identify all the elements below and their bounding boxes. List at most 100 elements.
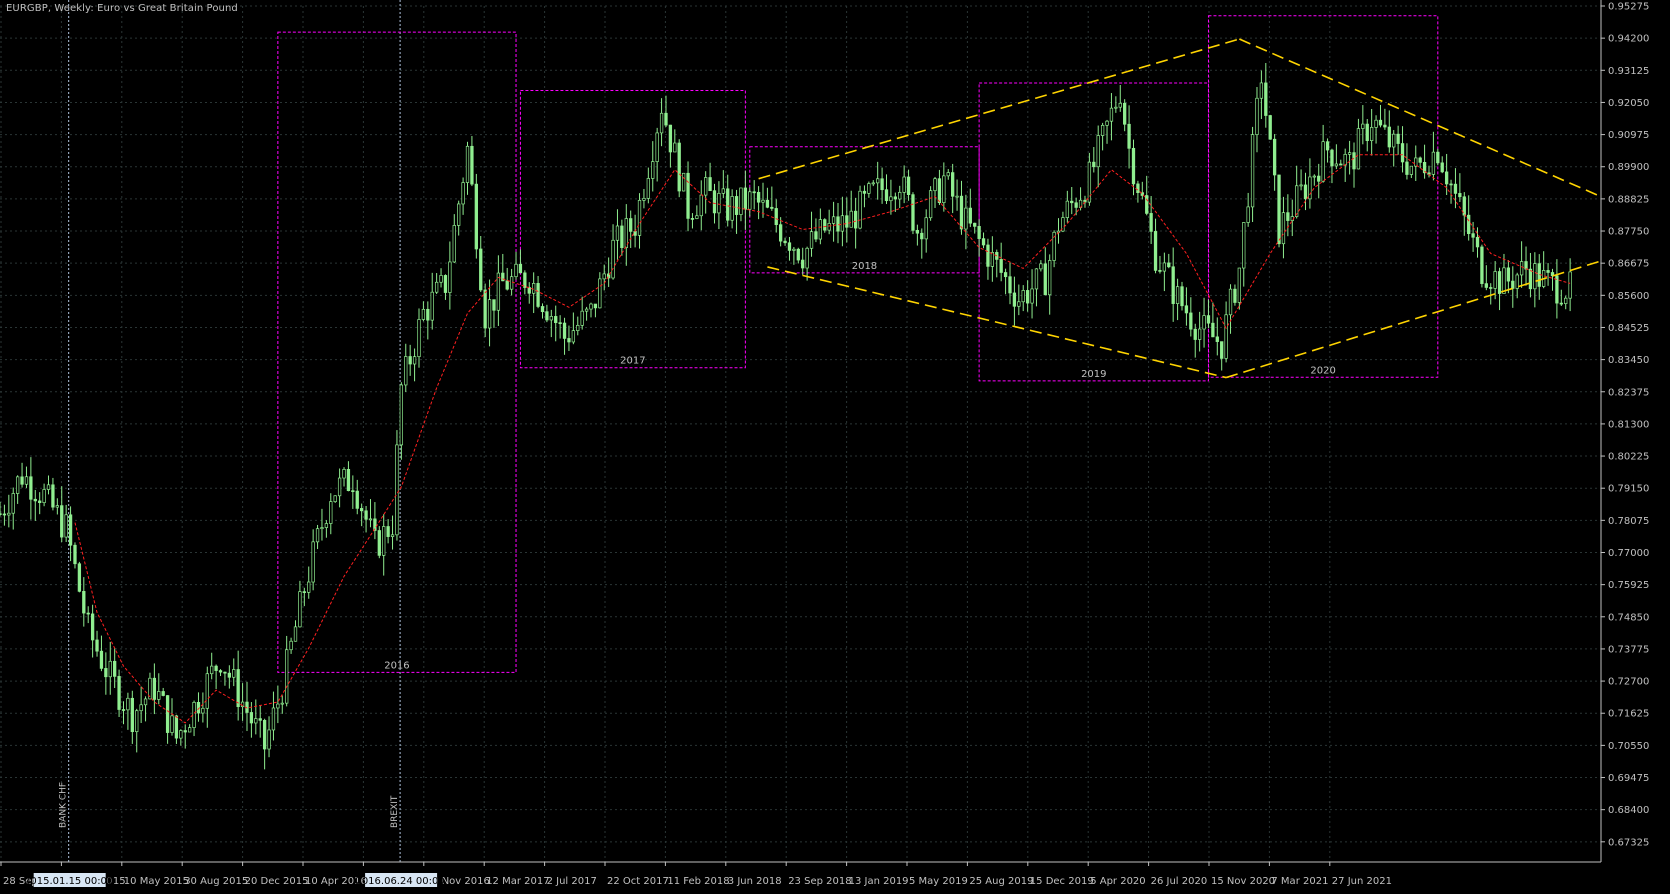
candle-body [143, 698, 148, 706]
candle-body [483, 289, 487, 329]
candle-body [906, 176, 911, 196]
candle-body [236, 669, 240, 708]
candle-body [412, 356, 417, 365]
candle-body [915, 229, 920, 234]
candle-body [1237, 267, 1241, 303]
candle-body [1264, 82, 1268, 116]
candle-body [1145, 195, 1149, 214]
candle-body [113, 660, 117, 677]
candle-body [602, 273, 606, 280]
candle-body [214, 665, 218, 671]
candle-body [823, 219, 827, 231]
candle-body [1528, 268, 1533, 290]
candle-body [1197, 328, 1202, 340]
candle-body [1502, 267, 1506, 294]
candle-body [928, 190, 933, 219]
candle-body [986, 244, 990, 267]
candle-body [346, 469, 351, 492]
candle-body [170, 715, 174, 733]
candle-body [509, 276, 514, 290]
chart-area[interactable]: EURGBP, Weekly: Euro vs Great Britain Po… [0, 0, 1670, 890]
candle-body [704, 177, 708, 196]
y-tick-label: 0.88825 [1608, 194, 1649, 205]
candle-body [24, 476, 29, 485]
candle-body [867, 183, 871, 194]
candle-body [959, 195, 964, 230]
candle-body [364, 510, 368, 520]
candle-body [1184, 305, 1189, 314]
candle-body [249, 712, 254, 724]
candle-body [430, 291, 434, 321]
year-box [749, 146, 980, 274]
candle-body [651, 161, 655, 179]
y-tick-label: 0.93125 [1608, 66, 1649, 77]
candle-body [1127, 123, 1131, 149]
candle-body [492, 299, 496, 311]
candle-body [298, 591, 302, 628]
candle-body [1387, 126, 1391, 148]
candle-body [1003, 272, 1008, 278]
candle-body [933, 178, 937, 192]
candle-body [1400, 143, 1405, 163]
candle-body [911, 194, 915, 231]
x-tick-label: 12 Mar 2017 [486, 876, 549, 887]
candle-body [973, 222, 977, 227]
candle-body [470, 145, 474, 185]
y-tick-label: 0.84525 [1608, 323, 1649, 334]
y-tick-label: 0.74850 [1608, 612, 1649, 623]
candle-body [135, 710, 139, 733]
candle-body [289, 640, 293, 651]
candle-body [1281, 212, 1286, 245]
candle-body [1255, 97, 1259, 135]
candle-body [1458, 193, 1462, 198]
candle-body [1268, 115, 1272, 140]
candle-body [1471, 233, 1475, 238]
candle-body [1171, 266, 1175, 304]
candle-body [210, 665, 214, 675]
candle-body [86, 612, 90, 615]
candle-body [598, 278, 602, 309]
year-box-label: 2017 [620, 356, 645, 367]
candle-body [858, 190, 862, 229]
candle-body [686, 172, 690, 219]
candle-body [540, 306, 545, 313]
candle-body [1339, 163, 1343, 166]
candle-body [571, 330, 576, 343]
candle-body [165, 695, 170, 733]
candle-body [1506, 267, 1511, 282]
candle-body [792, 248, 796, 251]
candle-body [880, 178, 884, 191]
candle-body [1012, 292, 1017, 307]
x-tick-label: 11 Feb 2018 [667, 876, 729, 887]
candle-body [796, 248, 800, 261]
candle-body [1233, 288, 1237, 303]
candle-body [695, 215, 699, 219]
x-tick-label: 26 Jul 2020 [1151, 876, 1208, 887]
candle-body [443, 275, 448, 293]
candle-body [814, 231, 818, 240]
candle-body [558, 322, 562, 325]
candle-body [1299, 184, 1303, 187]
candle-body [527, 287, 531, 294]
candle-body [827, 223, 831, 231]
trendlines [758, 38, 1602, 379]
candle-body [717, 192, 721, 214]
candle-body [465, 145, 470, 183]
candle-body [1484, 283, 1488, 288]
candle-body [307, 581, 311, 593]
candle-body [629, 218, 633, 232]
candle-body [139, 704, 143, 712]
candle-body [1330, 149, 1334, 167]
year-box [519, 89, 746, 369]
candle-body [849, 210, 853, 228]
candle-body [523, 272, 527, 288]
candle-body [1286, 212, 1290, 221]
candle-body [1365, 123, 1369, 142]
candle-body [439, 275, 443, 283]
candle-body [831, 216, 836, 224]
candle-body [205, 673, 209, 709]
candle-body [90, 613, 95, 641]
y-tick-label: 0.81300 [1608, 419, 1649, 430]
candle-body [1555, 275, 1559, 304]
candle-body [395, 444, 399, 536]
